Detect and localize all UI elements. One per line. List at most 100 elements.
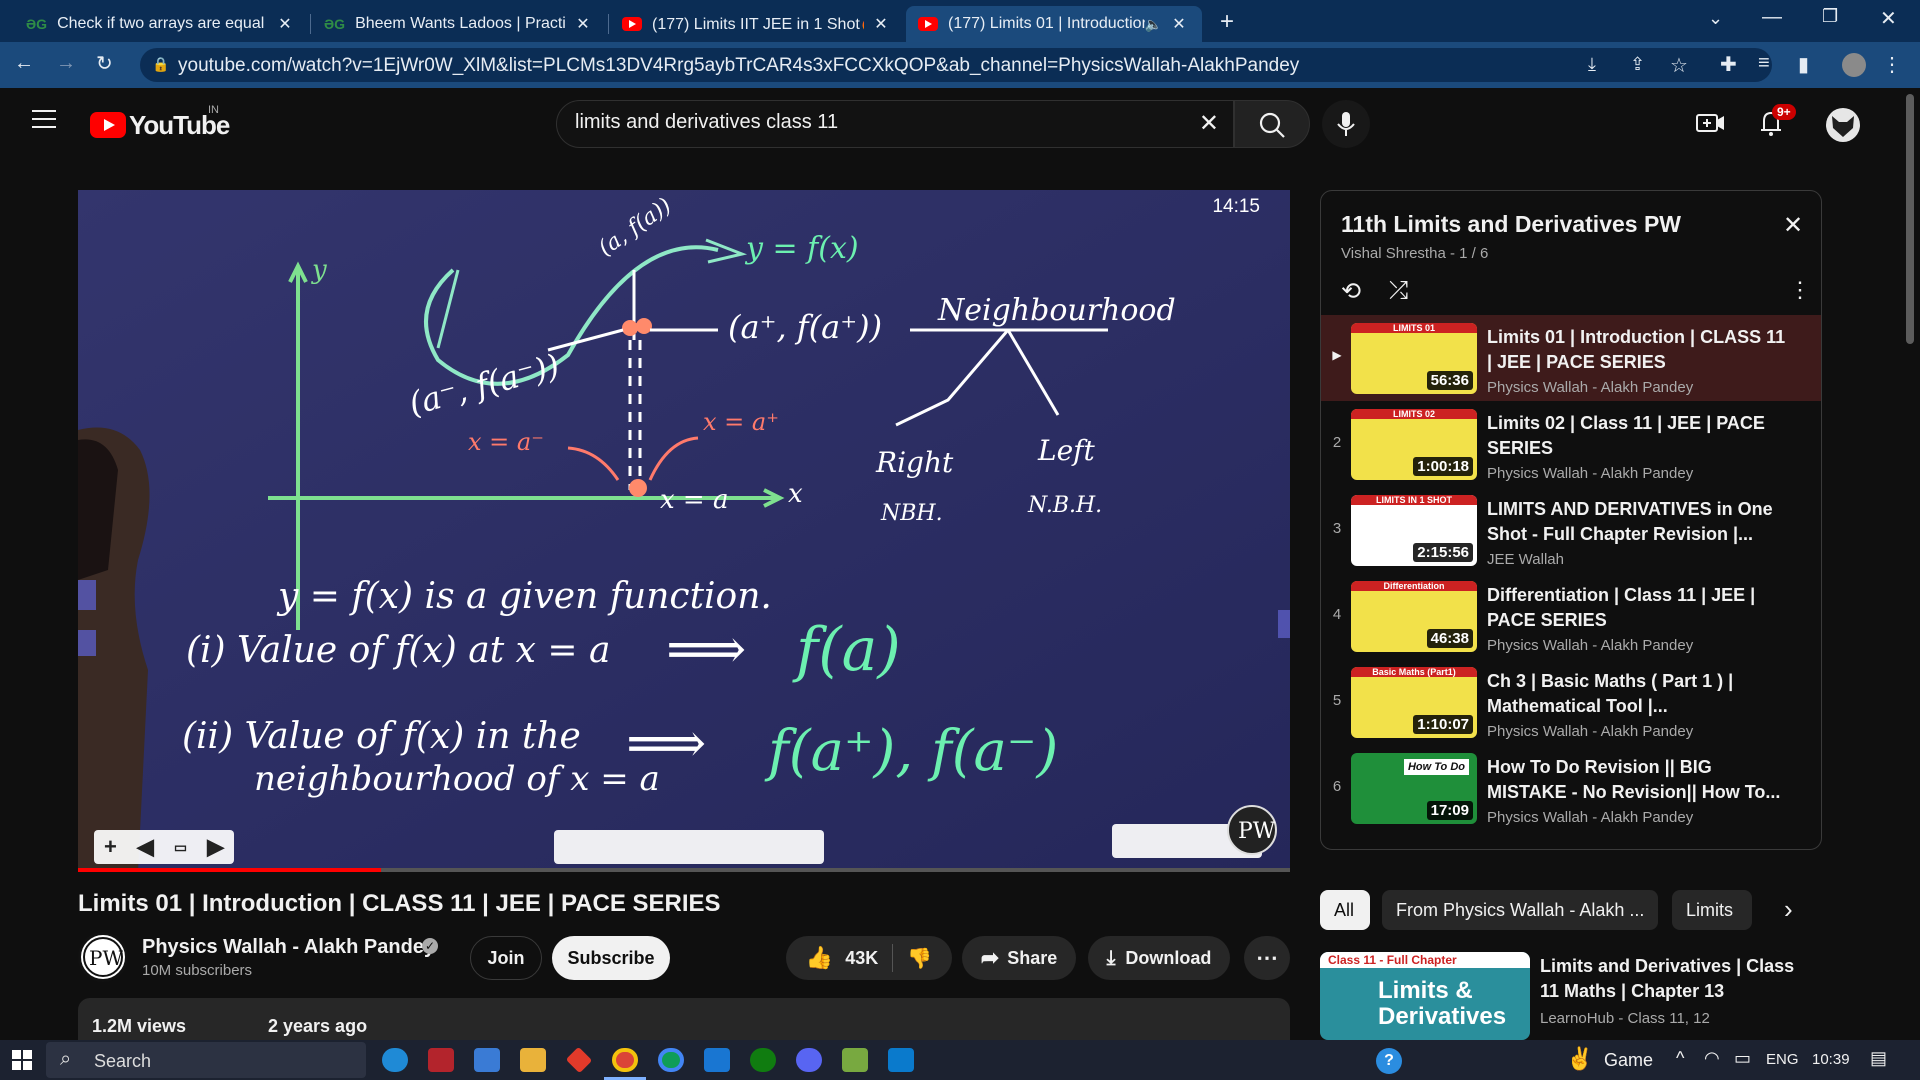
page-scrollbar[interactable] [1906,94,1914,344]
bookmark-star-icon[interactable]: ☆ [1670,53,1688,78]
clock-time[interactable]: 10:39 [1812,1051,1850,1068]
search-box[interactable]: ✕ [556,100,1234,148]
dislike-icon[interactable]: 👎 [907,946,932,971]
playlist-item-title[interactable]: Limits 02 | Class 11 | JEE | PACE SERIES [1487,411,1787,461]
minimize-icon[interactable]: — [1762,6,1782,29]
forward-icon[interactable]: → [56,52,76,75]
restore-icon[interactable]: ❐ [1822,6,1838,27]
browser-tab-active[interactable]: (177) Limits 01 | Introduction 🔈 ✕ [906,6,1202,42]
recommended-thumbnail[interactable]: Class 11 - Full Chapter Limits & Derivat… [1320,952,1530,1040]
game-icon[interactable]: ✌ [1566,1046,1593,1072]
playlist-item-title[interactable]: Limits 01 | Introduction | CLASS 11 | JE… [1487,325,1787,375]
install-app-icon[interactable]: ⤓ [1588,54,1596,75]
like-icon[interactable]: 👍 [806,945,833,971]
chrome-profile-icon[interactable] [658,1048,684,1072]
hamburger-menu-icon[interactable] [32,110,56,128]
lock-icon[interactable]: 🔒 [152,56,169,73]
playlist-item-title[interactable]: How To Do Revision || BIG MISTAKE - No R… [1487,755,1787,805]
next-page-icon[interactable]: ▶ [207,834,224,860]
page-icon[interactable]: ▭ [174,839,187,856]
chips-next-icon[interactable]: › [1784,894,1793,925]
add-page-icon[interactable]: + [104,834,117,860]
subscribe-button[interactable]: Subscribe [552,936,670,980]
playlist-item[interactable]: 4 Differentiation 46:38 Differentiation … [1321,573,1821,659]
chip-limits[interactable]: Limits [1672,890,1752,930]
chip-all[interactable]: All [1320,890,1370,930]
playlist-item-title[interactable]: LIMITS AND DERIVATIVES in One Shot - Ful… [1487,497,1787,547]
playlist-item[interactable]: 6 How To Do 17:09 How To Do Revision || … [1321,745,1821,831]
close-tab-icon[interactable]: ✕ [572,14,594,34]
playlist-thumbnail[interactable]: How To Do 17:09 [1351,753,1477,824]
discord-icon[interactable] [796,1048,822,1072]
speaker-icon[interactable]: 🔈 [1145,16,1162,33]
close-playlist-icon[interactable]: ✕ [1783,211,1803,240]
taskbar-search-box[interactable]: ⌕ Search [46,1042,366,1078]
search-button[interactable] [1234,100,1310,148]
url-text[interactable]: youtube.com/watch?v=1EjWr0W_XlM&list=PLC… [178,55,1299,77]
extensions-icon[interactable]: ✚ [1720,52,1737,77]
file-explorer-icon[interactable] [520,1048,546,1072]
previous-page-icon[interactable]: ◀ [137,834,154,860]
channel-avatar[interactable]: PW [78,932,128,982]
chrome-icon[interactable] [612,1048,638,1072]
new-tab-icon[interactable]: + [1220,8,1234,36]
loop-icon[interactable]: ⟲ [1341,277,1361,306]
back-icon[interactable]: ← [14,52,34,75]
vscode-icon[interactable] [888,1048,914,1072]
playlist-thumbnail[interactable]: Basic Maths (Part1) 1:10:07 [1351,667,1477,738]
reload-icon[interactable]: ↻ [96,51,113,76]
browser-tab-1[interactable]: ƏG Check if two arrays are equal or r ✕ [14,6,308,42]
recommended-title[interactable]: Limits and Derivatives | Class 11 Maths … [1540,954,1802,1004]
address-bar[interactable]: 🔒 youtube.com/watch?v=1EjWr0W_XlM&list=P… [140,48,1772,82]
download-button[interactable]: ⤓ Download [1088,936,1230,980]
playlist-item[interactable]: 2 LIMITS 02 1:00:18 Limits 02 | Class 11… [1321,401,1821,487]
close-tab-icon[interactable]: ✕ [274,14,296,34]
side-panel-icon[interactable]: ▮ [1798,52,1809,77]
playlist-item[interactable]: 5 Basic Maths (Part1) 1:10:07 Ch 3 | Bas… [1321,659,1821,745]
battery-icon[interactable]: ▭ [1734,1048,1751,1069]
playlist-menu-icon[interactable]: ⋮ [1789,277,1811,303]
help-icon[interactable]: ? [1376,1048,1402,1074]
playlist-item-title[interactable]: Differentiation | Class 11 | JEE | PACE … [1487,583,1787,633]
game-label[interactable]: Game [1604,1050,1653,1071]
shuffle-icon[interactable]: ⤮ [1389,277,1408,305]
profile-avatar-icon[interactable] [1842,53,1866,77]
channel-name[interactable]: Physics Wallah - Alakh Pandey [142,936,435,959]
playlist-item[interactable]: 3 LIMITS IN 1 SHOT 2:15:56 LIMITS AND DE… [1321,487,1821,573]
video-player[interactable]: y x y = f(x) (a, f(a)) (a⁻, f(a⁻)) (a⁺, … [78,190,1290,872]
playlist-thumbnail[interactable]: LIMITS 01 56:36 [1351,323,1477,394]
playlist-thumbnail[interactable]: Differentiation 46:38 [1351,581,1477,652]
clear-search-icon[interactable]: ✕ [1199,109,1219,138]
search-input[interactable] [575,111,1135,134]
voice-search-button[interactable] [1322,100,1370,148]
language-label[interactable]: ENG [1766,1051,1799,1068]
mail-icon[interactable] [428,1048,454,1072]
playlist-thumbnail[interactable]: LIMITS 02 1:00:18 [1351,409,1477,480]
browser-tab-2[interactable]: ƏG Bheem Wants Ladoos | Practice | ✕ [312,6,606,42]
wifi-icon[interactable]: ◠ [1704,1048,1720,1069]
account-avatar[interactable] [1826,108,1860,142]
youtube-logo-icon[interactable] [90,112,126,138]
edge-icon[interactable] [382,1048,408,1072]
playlist-title[interactable]: 11th Limits and Derivatives PW [1341,211,1681,238]
share-page-icon[interactable]: ⇪ [1630,54,1645,75]
tab-search-chevron-icon[interactable]: ⌄ [1708,8,1723,29]
create-video-icon[interactable] [1696,110,1726,136]
layers-app-icon[interactable] [842,1048,868,1072]
join-button[interactable]: Join [470,936,542,980]
playlist-item[interactable]: ▶ LIMITS 01 56:36 Limits 01 | Introducti… [1321,315,1821,401]
playlist-owner[interactable]: Vishal Shrestha - 1 / 6 [1341,245,1488,262]
close-tab-icon[interactable]: ✕ [1168,14,1190,34]
notification-center-icon[interactable]: ▤ [1870,1048,1887,1069]
browser-menu-icon[interactable]: ⋮ [1882,52,1902,77]
playlist-thumbnail[interactable]: LIMITS IN 1 SHOT 2:15:56 [1351,495,1477,566]
window-close-icon[interactable]: ✕ [1880,6,1897,31]
more-actions-icon[interactable]: ⋯ [1244,936,1290,980]
windows-start-icon[interactable] [12,1050,32,1070]
tray-chevron-icon[interactable]: ^ [1676,1048,1684,1069]
recommended-channel[interactable]: LearnoHub - Class 11, 12 [1540,1010,1710,1027]
share-button[interactable]: ➦ Share [962,936,1076,980]
store-icon[interactable] [474,1048,500,1072]
git-icon[interactable] [565,1046,593,1074]
browser-tab-3[interactable]: (177) Limits IIT JEE in 1 Shot🔥 W ✕ [610,6,904,42]
